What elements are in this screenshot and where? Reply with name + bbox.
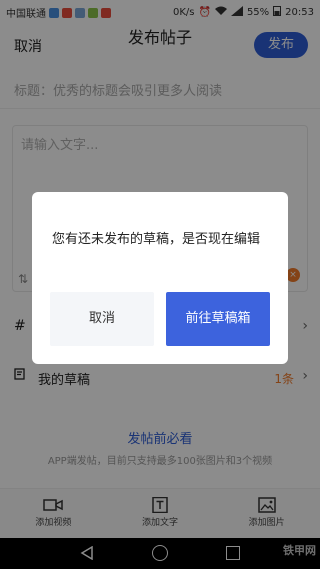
draft-dialog: 您有还未发布的草稿，是否现在编辑 取消 前往草稿箱 — [32, 192, 288, 364]
dialog-message: 您有还未发布的草稿，是否现在编辑 — [52, 232, 261, 247]
dialog-cancel-button[interactable]: 取消 — [50, 292, 154, 346]
go-to-drafts-button[interactable]: 前往草稿箱 — [166, 292, 270, 346]
